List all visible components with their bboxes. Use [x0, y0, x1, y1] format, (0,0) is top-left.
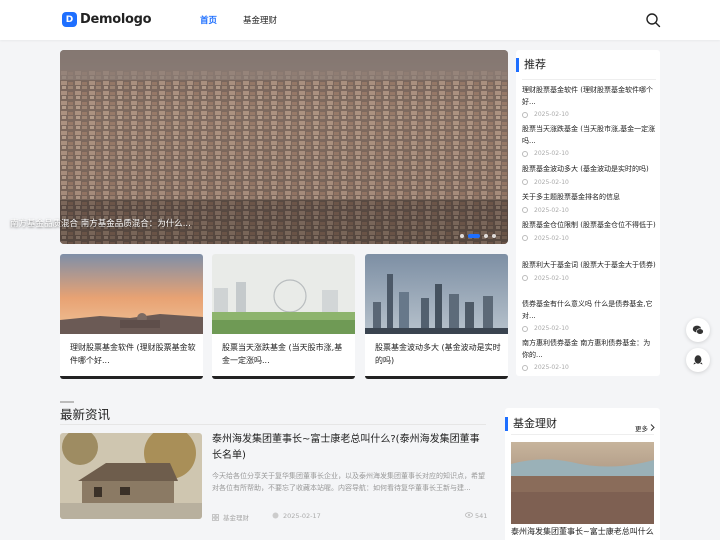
recommend-item[interactable]: 关于多主题股票基金排名的信息 2025-02-10: [522, 192, 657, 214]
carousel-dot[interactable]: [484, 234, 488, 238]
news-date: 2025-02-17: [272, 512, 321, 520]
latest-section-title: 最新资讯: [60, 407, 111, 422]
news-image[interactable]: [60, 433, 202, 519]
news-title[interactable]: 泰州海发集团董事长~富士康老总叫什么?(泰州海发集团董事长名单): [212, 432, 482, 464]
clock-icon: [522, 235, 528, 241]
article-card[interactable]: 股票当天涨跌基金 (当天股市涨,基金一定涨吗...: [212, 254, 355, 379]
article-card[interactable]: 理财股票基金软件 (理财股票基金软件哪个好...: [60, 254, 203, 379]
fund-panel: 基金理财 更多 泰州海发集团董事长~富士康老总叫什么: [505, 408, 660, 540]
chevron-right-icon: [650, 424, 655, 431]
clock-icon: [522, 275, 528, 281]
fund-image[interactable]: [511, 442, 654, 524]
recommend-item-title[interactable]: 理财股票基金软件 (理财股票基金软件哪个好...: [522, 85, 657, 108]
more-label: 更多: [635, 425, 648, 433]
recommend-item-title[interactable]: 股票当天涨跌基金 (当天股市涨,基金一定涨吗...: [522, 124, 657, 147]
carousel-dot-active[interactable]: [468, 234, 480, 238]
nav-item-fund[interactable]: 基金理财: [243, 14, 277, 26]
carousel-dots: [460, 234, 500, 238]
carousel-dot[interactable]: [492, 234, 496, 238]
eye-icon: [465, 512, 473, 518]
qq-icon: [693, 355, 703, 365]
recommend-item[interactable]: 南方惠利债券基金 南方惠利债券基金：为你的... 2025-02-10: [522, 338, 657, 371]
fund-caption[interactable]: 泰州海发集团董事长~富士康老总叫什么: [511, 526, 661, 537]
recommend-item-date: 2025-02-10: [534, 178, 569, 186]
card-bar: [60, 376, 203, 379]
recommend-item-date: 2025-02-10: [534, 150, 569, 157]
recommend-item-date: 2025-02-10: [534, 325, 569, 332]
article-card[interactable]: 股票基金波动多大 (基金波动是实时的吗): [365, 254, 508, 379]
recommend-item[interactable]: 债券基金有什么意义吗 什么是债券基金,它对... 2025-02-10: [522, 299, 657, 332]
recommend-item-title[interactable]: 南方惠利债券基金 南方惠利债券基金：为你的...: [522, 338, 657, 361]
recommend-item[interactable]: 理财股票基金软件 (理财股票基金软件哪个好... 2025-02-10: [522, 85, 657, 118]
clock-icon: [522, 179, 528, 185]
wechat-button[interactable]: [686, 318, 710, 342]
card-title[interactable]: 理财股票基金软件 (理财股票基金软件哪个好...: [70, 341, 198, 367]
recommend-item-title[interactable]: 债券基金有什么意义吗 什么是债券基金,它对...: [522, 299, 657, 322]
hero-caption[interactable]: 南方基金品质混合 南方基金品质混合：为什么...: [10, 217, 191, 229]
recommend-item[interactable]: 股票利大于基金词 (股票大于基金大于债券) 2025-02-10: [522, 260, 657, 282]
header: D Demologo 首页 基金理财: [0, 0, 720, 40]
hero-banner[interactable]: [60, 50, 508, 244]
card-image: [212, 254, 355, 334]
clock-icon: [522, 150, 528, 157]
recommend-item-date: 2025-02-10: [534, 111, 569, 118]
recommend-item-date: 2025-02-10: [534, 234, 569, 242]
carousel-dot[interactable]: [460, 234, 464, 238]
divider: [60, 424, 486, 425]
divider: [511, 434, 654, 435]
recommend-item-date: 2025-02-10: [534, 274, 569, 282]
recommend-item-title[interactable]: 关于多主题股票基金排名的信息: [522, 192, 657, 204]
qq-button[interactable]: [686, 348, 710, 372]
section-accent: [60, 401, 74, 403]
card-title[interactable]: 股票当天涨跌基金 (当天股市涨,基金一定涨吗...: [222, 341, 350, 367]
card-title[interactable]: 股票基金波动多大 (基金波动是实时的吗): [375, 341, 503, 367]
recommend-item[interactable]: 股票基金波动多大 (基金波动是实时的吗) 2025-02-10: [522, 164, 657, 186]
divider: [522, 79, 656, 80]
card-bar: [365, 376, 508, 379]
recommend-item-title[interactable]: 股票基金仓位限制 (股票基金仓位不得低于): [522, 220, 657, 232]
card-image: [365, 254, 508, 334]
recommend-item-title[interactable]: 股票基金波动多大 (基金波动是实时的吗): [522, 164, 657, 176]
fund-title: 基金理财: [505, 417, 557, 431]
hero-image: [60, 50, 508, 244]
news-category-label: 基金理财: [223, 514, 249, 522]
clock-icon: [522, 325, 528, 332]
news-date-label: 2025-02-17: [283, 512, 321, 520]
recommend-title: 推荐: [516, 58, 546, 72]
search-icon[interactable]: [645, 12, 661, 28]
clock-icon: [522, 364, 528, 371]
main-nav: 首页 基金理财: [200, 14, 303, 26]
news-views: 541: [465, 512, 487, 520]
news-category[interactable]: 基金理财: [212, 512, 249, 522]
recommend-item-date: 2025-02-10: [534, 364, 569, 371]
nav-item-home[interactable]: 首页: [200, 14, 217, 26]
recommend-item-date: 2025-02-10: [534, 206, 569, 214]
recommend-panel: 推荐 理财股票基金软件 (理财股票基金软件哪个好... 2025-02-10 股…: [516, 50, 660, 376]
logo[interactable]: D Demologo: [62, 12, 152, 27]
clock-icon: [522, 111, 528, 118]
clock-icon: [522, 207, 528, 213]
wechat-icon: [692, 325, 704, 335]
folder-icon: [212, 514, 219, 521]
recommend-item-title[interactable]: 股票利大于基金词 (股票大于基金大于债券): [522, 260, 657, 272]
card-bar: [212, 376, 355, 379]
news-views-count: 541: [475, 512, 488, 520]
news-description: 今天给各位分享关于复华集团董事长企业，以及泰州海发集团董事长对应的知识点，希望对…: [212, 472, 485, 492]
card-image: [60, 254, 203, 334]
logo-mark-icon: D: [62, 12, 77, 27]
logo-text: Demologo: [80, 12, 152, 27]
recommend-item[interactable]: 股票当天涨跌基金 (当天股市涨,基金一定涨吗... 2025-02-10: [522, 124, 657, 157]
recommend-item[interactable]: 股票基金仓位限制 (股票基金仓位不得低于) 2025-02-10: [522, 220, 657, 242]
clock-icon: [272, 512, 279, 519]
more-link[interactable]: 更多: [635, 423, 655, 433]
